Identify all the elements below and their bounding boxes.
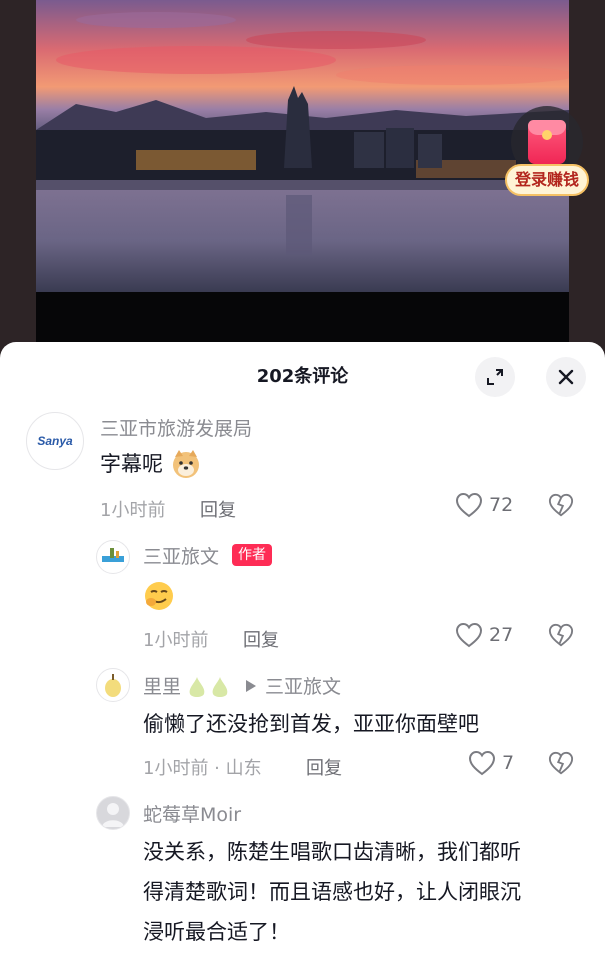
comment-text: 字幕呢 — [100, 452, 163, 476]
expand-icon — [487, 369, 503, 385]
expand-button[interactable] — [475, 357, 515, 397]
red-envelope-icon — [528, 120, 566, 164]
broken-heart-icon[interactable] — [548, 622, 574, 648]
smirk-emoji-icon — [145, 582, 173, 610]
broken-heart-icon[interactable] — [548, 750, 574, 776]
video-player[interactable] — [36, 0, 569, 345]
heart-icon — [455, 492, 483, 518]
play-arrow-icon — [246, 680, 256, 692]
user-name[interactable]: 里里 — [143, 672, 181, 699]
like-count: 27 — [489, 624, 514, 646]
heart-icon — [468, 750, 496, 776]
user-name[interactable]: 三亚旅文 — [143, 542, 219, 569]
comment-text-line: 没关系，陈楚生唱歌口齿清晰，我们都听 — [143, 840, 521, 864]
comment-text-line: 浸听最合适了！ — [143, 920, 290, 944]
video-bottom-bar — [36, 292, 569, 345]
avatar[interactable] — [96, 540, 130, 574]
sunset-city-image — [36, 0, 569, 292]
author-badge: 作者 — [232, 544, 272, 566]
broken-heart-icon[interactable] — [548, 492, 574, 518]
heart-icon — [455, 622, 483, 648]
comment-time: 1小时前 — [143, 630, 209, 651]
comment-text: 偷懒了还没抢到首发，亚亚你面壁吧 — [143, 712, 479, 736]
comment-item: Sanya 三亚市旅游发展局 字幕呢 1小时前 回复 72 — [0, 408, 605, 528]
user-name[interactable]: 蛇莓草Moir — [143, 800, 241, 827]
reply-button[interactable]: 回复 — [306, 754, 342, 780]
like-count: 72 — [489, 494, 514, 516]
sanya-culture-logo — [102, 548, 124, 562]
comments-sheet: 202条评论 Sanya 三亚市旅游发展局 字幕呢 1小时前 回复 72 三亚旅… — [0, 342, 605, 960]
avatar[interactable]: Sanya — [26, 412, 84, 470]
comment-text-line: 得清楚歌词！而且语感也好，让人闭眼沉 — [143, 880, 521, 904]
pear-emoji-icon — [189, 677, 228, 697]
comment-time-location: 1小时前 · 山东 — [143, 758, 262, 779]
user-name[interactable]: 三亚市旅游发展局 — [100, 414, 252, 441]
like-button[interactable]: 7 — [468, 750, 514, 776]
reply-item: 里里 三亚旅文 偷懒了还没抢到首发，亚亚你面壁吧 1小时前 · 山东 回复 7 — [0, 666, 605, 786]
login-reward-label[interactable]: 登录赚钱 — [505, 164, 589, 196]
pear-avatar — [105, 674, 121, 697]
reply-button[interactable]: 回复 — [243, 626, 279, 652]
doge-emoji-icon — [173, 450, 199, 478]
close-icon — [558, 369, 574, 385]
reply-button[interactable]: 回复 — [200, 496, 236, 522]
like-count: 7 — [502, 752, 515, 774]
avatar[interactable] — [96, 668, 130, 702]
default-user-icon — [102, 803, 124, 827]
default-avatar[interactable] — [96, 796, 130, 830]
like-button[interactable]: 27 — [455, 622, 513, 648]
comment-time: 1小时前 — [100, 500, 166, 521]
sanya-logo: Sanya — [37, 434, 73, 448]
reply-item: 三亚旅文 作者 1小时前 回复 27 — [0, 538, 605, 656]
close-button[interactable] — [546, 357, 586, 397]
like-button[interactable]: 72 — [455, 492, 513, 518]
login-reward-widget[interactable]: 登录赚钱 — [505, 106, 589, 198]
reply-item: 蛇莓草Moir 没关系，陈楚生唱歌口齿清晰，我们都听 得清楚歌词！而且语感也好，… — [0, 794, 605, 960]
reply-to-user[interactable]: 三亚旅文 — [265, 672, 341, 699]
